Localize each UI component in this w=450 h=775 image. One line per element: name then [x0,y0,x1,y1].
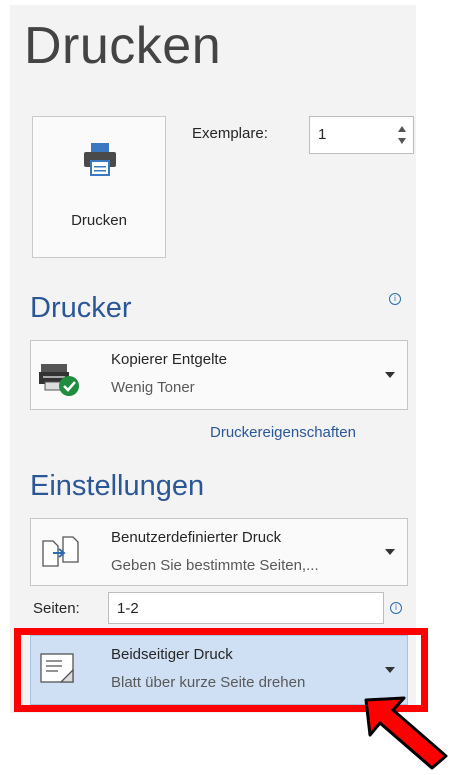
printer-properties-link[interactable]: Druckereigenschaften [210,424,356,441]
printer-heading: Drucker [30,292,132,324]
chevron-down-icon [385,549,395,555]
decrement-icon[interactable] [398,138,406,144]
copies-spinner[interactable]: 1 [309,116,414,154]
print-range-dropdown[interactable]: Benutzerdefinierter Druck Geben Sie best… [30,518,408,586]
increment-icon[interactable] [398,126,406,132]
printer-name: Kopierer Entgelte [111,351,227,368]
pages-input[interactable]: 1-2 [108,592,384,624]
pages-label: Seiten: [33,600,80,617]
pointer-arrow-icon [360,690,450,775]
print-button-label: Drucken [71,212,127,229]
print-range-title: Benutzerdefinierter Druck [111,529,282,546]
info-icon[interactable]: i [390,602,402,614]
printer-dropdown[interactable]: Kopierer Entgelte Wenig Toner [30,340,408,410]
chevron-down-icon [385,372,395,378]
info-icon[interactable]: i [389,293,401,305]
printer-status: Wenig Toner [111,379,195,396]
print-button[interactable]: Drucken [32,116,166,258]
page-title: Drucken [24,17,222,75]
pages-value: 1-2 [117,600,139,617]
copies-value: 1 [318,126,327,143]
print-range-subtitle: Geben Sie bestimmte Seiten,... [111,557,319,574]
custom-print-icon [39,533,83,576]
printer-ready-icon [39,358,83,403]
copies-label: Exemplare: [192,125,268,142]
settings-heading: Einstellungen [30,470,205,502]
printer-icon [82,141,118,182]
